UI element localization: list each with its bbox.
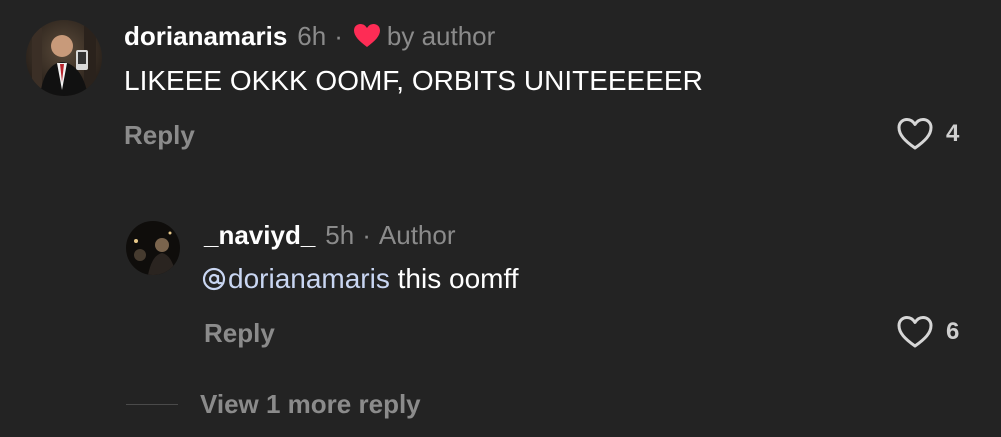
mention-link[interactable]: dorianamaris [202,263,390,294]
mention-username: dorianamaris [228,263,390,294]
heart-outline-icon [897,316,933,348]
comment-like-button[interactable]: 4 [896,117,959,151]
meta-separator: · [334,21,343,51]
liked-by-author-label: by author [386,21,496,51]
reply-text: dorianamaris this oomff [202,262,519,296]
comment-text: LIKEEE OKKK OOMF, ORBITS UNITEEEEER [124,65,703,96]
reply-button[interactable]: Reply [204,318,275,349]
heart-outline-icon [897,118,933,150]
meta-separator: · [362,220,371,250]
comment-username[interactable]: dorianamaris [124,21,287,51]
reply-like-count: 6 [946,318,960,345]
replier-avatar[interactable] [126,221,180,275]
divider-line [126,404,178,405]
view-more-label: View 1 more reply [200,389,421,419]
reply-like-button[interactable]: 6 [896,315,959,349]
reply-time: 5h [325,220,355,250]
reply-username[interactable]: _naviyd_ [204,220,315,250]
red-heart-icon [353,23,381,49]
view-more-replies[interactable]: View 1 more reply [126,389,421,420]
reply-button[interactable]: Reply [124,120,195,151]
author-tag: Author [378,220,456,250]
reply-body: this oomff [389,263,519,294]
reply-meta: _naviyd_ 5h · Author [204,220,456,250]
comment-like-count: 4 [946,120,960,147]
commenter-avatar[interactable] [26,20,102,96]
comment-meta: dorianamaris 6h · by author [124,21,495,51]
threads-at-icon [202,265,226,291]
comments-thread: dorianamaris 6h · by author LIKEEE OKKK … [0,0,1001,437]
comment-time: 6h [297,21,327,51]
